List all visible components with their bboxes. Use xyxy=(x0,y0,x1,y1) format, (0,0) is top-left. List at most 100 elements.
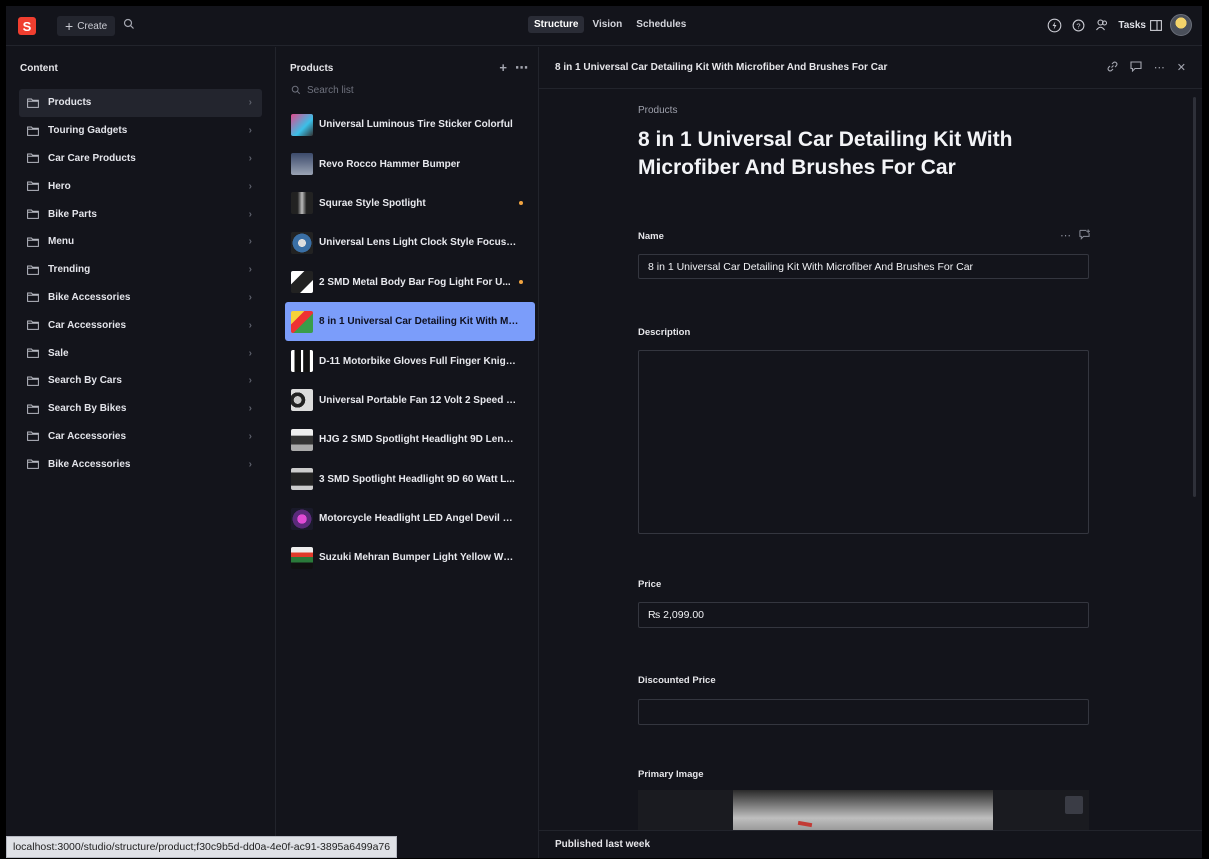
content-item-car-accessories[interactable]: Car Accessories › xyxy=(19,423,262,451)
content-item-bike-accessories[interactable]: Bike Accessories › xyxy=(19,284,262,312)
product-list-item[interactable]: HJG 2 SMD Spotlight Headlight 9D Lens ..… xyxy=(285,420,535,459)
product-list-item[interactable]: 2 SMD Metal Body Bar Fog Light For U... xyxy=(285,263,535,302)
content-item-search-by-bikes[interactable]: Search By Bikes › xyxy=(19,395,262,423)
price-input[interactable]: ₨ 2,099.00 xyxy=(638,602,1089,628)
product-thumbnail xyxy=(291,546,313,569)
content-item-products[interactable]: Products › xyxy=(19,89,262,117)
products-pane-actions: + ⋯ xyxy=(499,60,528,76)
content-item-car-care-products[interactable]: Car Care Products › xyxy=(19,145,262,173)
product-thumbnail xyxy=(291,153,313,176)
content-item-bike-accessories[interactable]: Bike Accessories › xyxy=(19,450,262,478)
content-item-car-accessories[interactable]: Car Accessories › xyxy=(19,311,262,339)
product-list-item[interactable]: Squrae Style Spotlight xyxy=(285,184,535,223)
chevron-right-icon: › xyxy=(248,236,252,248)
folder-icon xyxy=(27,431,39,442)
tab-structure[interactable]: Structure xyxy=(528,16,585,33)
content-item-hero[interactable]: Hero › xyxy=(19,172,262,200)
close-icon[interactable]: ✕ xyxy=(1177,61,1186,75)
content-item-search-by-cars[interactable]: Search By Cars › xyxy=(19,367,262,395)
product-list-item[interactable]: Universal Portable Fan 12 Volt 2 Speed C… xyxy=(285,381,535,420)
product-list-item[interactable]: Universal Lens Light Clock Style Focus L… xyxy=(285,223,535,262)
chevron-right-icon: › xyxy=(248,97,252,109)
content-item-label: Hero xyxy=(48,180,71,192)
product-image xyxy=(733,790,993,830)
product-list-item[interactable]: Universal Luminous Tire Sticker Colorful xyxy=(285,105,535,144)
content-list: Products › Touring Gadgets › Car Care Produc… xyxy=(6,89,275,478)
chevron-right-icon: › xyxy=(248,291,252,303)
bolt-icon[interactable] xyxy=(1046,17,1062,33)
content-item-bike-parts[interactable]: Bike Parts › xyxy=(19,200,262,228)
chevron-right-icon: › xyxy=(248,375,252,387)
document-form: Products 8 in 1 Universal Car Detailing … xyxy=(638,105,1090,830)
content-pane-title: Content xyxy=(20,62,58,74)
name-field-label: Name xyxy=(638,231,664,242)
content-pane: Content Products › Touring Gadgets › Car Car… xyxy=(6,47,276,858)
discounted-price-input[interactable] xyxy=(638,699,1089,725)
document-header: 8 in 1 Universal Car Detailing Kit With … xyxy=(539,47,1202,89)
products-pane-title: Products xyxy=(290,62,334,74)
product-list-item[interactable]: 8 in 1 Universal Car Detailing Kit With … xyxy=(285,301,535,342)
folder-icon xyxy=(27,265,39,275)
panel-icon xyxy=(1150,19,1162,31)
content-item-label: Products xyxy=(48,97,92,109)
sanity-logo[interactable]: S xyxy=(18,17,36,35)
content-item-trending[interactable]: Trending › xyxy=(19,256,262,284)
document-type-label: Products xyxy=(638,105,678,116)
more-options-icon[interactable]: ⋯ xyxy=(1154,61,1165,75)
product-list-item-label: 2 SMD Metal Body Bar Fog Light For U... xyxy=(319,276,511,288)
content-item-touring-gadgets[interactable]: Touring Gadgets › xyxy=(19,117,262,145)
document-pane: 8 in 1 Universal Car Detailing Kit With … xyxy=(539,47,1202,858)
link-icon[interactable] xyxy=(1107,61,1118,75)
members-icon[interactable] xyxy=(1094,17,1110,33)
scrollbar[interactable] xyxy=(1193,97,1196,497)
products-pane-header: Products + ⋯ xyxy=(276,47,538,89)
content-item-label: Touring Gadgets xyxy=(48,125,128,137)
product-list-item[interactable]: Revo Rocco Hammer Bumper xyxy=(285,144,535,183)
comment-icon[interactable] xyxy=(1130,61,1142,75)
folder-icon xyxy=(27,209,39,219)
folder-icon xyxy=(27,98,39,108)
document-footer: Published last week xyxy=(539,830,1202,858)
image-options-button[interactable] xyxy=(1065,796,1083,814)
chevron-right-icon: › xyxy=(248,180,252,192)
add-comment-icon[interactable] xyxy=(1079,229,1090,243)
top-right-actions: ? Tasks xyxy=(1046,14,1192,36)
folder-icon xyxy=(27,181,39,192)
content-item-label: Bike Accessories xyxy=(48,291,131,303)
search-icon[interactable] xyxy=(123,18,137,32)
primary-image-preview[interactable] xyxy=(638,790,1089,830)
product-list-item-label: Universal Portable Fan 12 Volt 2 Speed C… xyxy=(319,394,519,406)
chevron-right-icon: › xyxy=(248,347,252,359)
chevron-right-icon: › xyxy=(248,125,252,137)
more-options-icon[interactable]: ⋯ xyxy=(515,60,528,76)
content-item-label: Trending xyxy=(48,264,91,276)
content-item-sale[interactable]: Sale › xyxy=(19,339,262,367)
help-icon[interactable]: ? xyxy=(1070,17,1086,33)
product-thumbnail xyxy=(291,310,313,333)
unpublished-changes-dot xyxy=(519,280,523,285)
tab-vision[interactable]: Vision xyxy=(586,16,628,33)
tasks-button[interactable]: Tasks xyxy=(1118,20,1162,31)
unpublished-changes-dot xyxy=(519,201,523,206)
user-avatar[interactable] xyxy=(1170,14,1192,36)
add-document-icon[interactable]: + xyxy=(499,60,507,76)
discounted-price-field-label: Discounted Price xyxy=(638,675,716,686)
product-list-item[interactable]: Motorcycle Headlight LED Angel Devil Ey.… xyxy=(285,499,535,538)
name-input[interactable]: 8 in 1 Universal Car Detailing Kit With … xyxy=(638,254,1089,279)
content-item-label: Car Accessories xyxy=(48,319,127,331)
browser-status-url: localhost:3000/studio/structure/product;… xyxy=(6,836,398,858)
folder-icon xyxy=(27,348,39,358)
description-textarea[interactable] xyxy=(638,350,1089,534)
content-item-menu[interactable]: Menu › xyxy=(19,228,262,256)
tab-schedules[interactable]: Schedules xyxy=(630,16,692,33)
product-list-item[interactable]: 3 SMD Spotlight Headlight 9D 60 Watt L..… xyxy=(285,460,535,499)
product-list-item-label: Motorcycle Headlight LED Angel Devil Ey.… xyxy=(319,513,519,525)
product-list-item[interactable]: D-11 Motorbike Gloves Full Finger Knight… xyxy=(285,341,535,380)
product-list-item[interactable]: Suzuki Mehran Bumper Light Yellow Whi... xyxy=(285,538,535,577)
create-button[interactable]: + Create xyxy=(57,16,116,36)
chevron-right-icon: › xyxy=(248,319,252,331)
product-list: Universal Luminous Tire Sticker Colorful… xyxy=(276,105,538,578)
more-options-icon[interactable]: ⋯ xyxy=(1060,229,1071,243)
folder-icon xyxy=(27,292,39,303)
content-item-label: Car Care Products xyxy=(48,152,136,164)
